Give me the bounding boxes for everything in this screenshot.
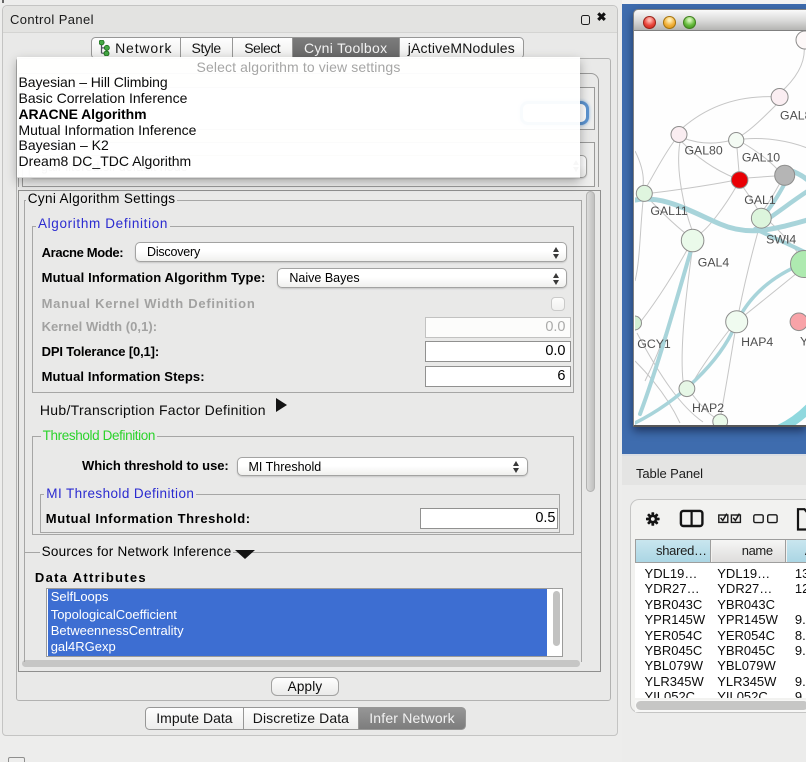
svg-text:SWI4: SWI4 [766, 232, 796, 246]
svg-text:GAL10: GAL10 [742, 151, 780, 165]
svg-text:HAP2: HAP2 [692, 401, 724, 415]
svg-text:GAL4: GAL4 [698, 256, 730, 270]
svg-text:GAL1: GAL1 [744, 193, 776, 207]
svg-text:GAL80: GAL80 [684, 144, 722, 158]
svg-text:GCY1: GCY1 [637, 337, 671, 351]
svg-text:HAP4: HAP4 [741, 335, 773, 349]
svg-text:YI: YI [800, 335, 806, 349]
svg-text:GAL11: GAL11 [650, 204, 688, 218]
svg-text:GAL8: GAL8 [780, 109, 806, 123]
